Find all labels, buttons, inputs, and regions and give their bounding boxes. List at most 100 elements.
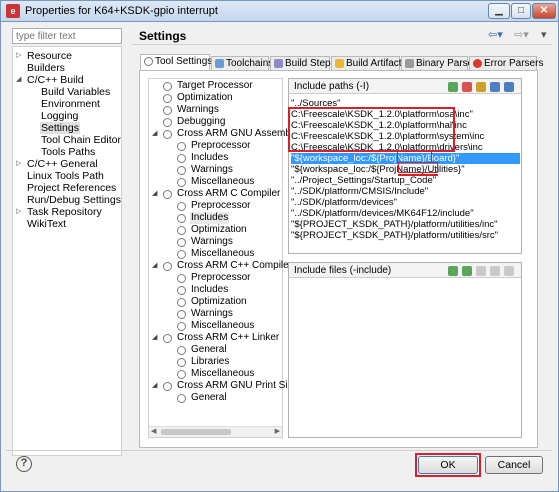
- maximize-button[interactable]: □: [511, 3, 531, 19]
- tree-item-warnings[interactable]: Warnings: [191, 164, 233, 176]
- tree-item-libraries[interactable]: Libraries: [191, 356, 229, 368]
- nav-item-tools-paths[interactable]: Tools Paths: [41, 146, 95, 158]
- tab-build-steps[interactable]: Build Steps: [270, 56, 336, 70]
- collapse-arrow-icon[interactable]: ◢: [152, 332, 157, 344]
- tree-item-miscellaneous[interactable]: Miscellaneous: [191, 248, 254, 260]
- include-path-item[interactable]: "${workspace_loc:/${ProjName}/Utilities}…: [291, 164, 465, 175]
- collapse-arrow-icon[interactable]: ◢: [152, 260, 157, 272]
- toolchain-icon: [215, 59, 224, 68]
- scroll-right-icon[interactable]: ▶: [275, 427, 280, 435]
- expand-arrow-icon[interactable]: ▷: [16, 50, 21, 62]
- scrollbar-thumb[interactable]: [161, 429, 231, 435]
- include-path-item[interactable]: "../SDK/platform/devices/MK64F12/include…: [291, 208, 474, 219]
- tree-item-optimization[interactable]: Optimization: [191, 296, 247, 308]
- edit-icon[interactable]: [490, 266, 500, 276]
- tree-item-cpp-linker[interactable]: Cross ARM C++ Linker: [177, 332, 279, 344]
- include-path-item[interactable]: "${PROJECT_KSDK_PATH}/platform/utilities…: [291, 219, 498, 230]
- tree-item-miscellaneous[interactable]: Miscellaneous: [191, 320, 254, 332]
- nav-item-resource[interactable]: Resource: [27, 50, 72, 62]
- tree-item-includes[interactable]: Includes: [191, 284, 228, 296]
- nav-item-logging[interactable]: Logging: [41, 110, 78, 122]
- back-arrow-icon[interactable]: ⇦▾: [488, 28, 503, 41]
- tree-item-preprocessor[interactable]: Preprocessor: [191, 200, 250, 212]
- nav-item-settings[interactable]: Settings: [40, 122, 80, 134]
- add-icon[interactable]: [448, 266, 458, 276]
- gear-icon: [177, 154, 186, 163]
- window-title: Properties for K64+KSDK-gpio interrupt: [25, 5, 218, 17]
- nav-item-builders[interactable]: Builders: [27, 62, 65, 74]
- collapse-arrow-icon[interactable]: ◢: [16, 74, 21, 86]
- tree-item-miscellaneous[interactable]: Miscellaneous: [191, 176, 254, 188]
- nav-item-run-debug-settings[interactable]: Run/Debug Settings: [27, 194, 121, 206]
- tree-item-cpp-compiler[interactable]: Cross ARM C++ Compiler: [177, 260, 292, 272]
- tree-item-preprocessor[interactable]: Preprocessor: [191, 272, 250, 284]
- collapse-arrow-icon[interactable]: ◢: [152, 128, 157, 140]
- tree-item-print-size[interactable]: Cross ARM GNU Print Size: [177, 380, 298, 392]
- filter-input[interactable]: [12, 28, 122, 44]
- expand-arrow-icon[interactable]: ▷: [16, 158, 21, 170]
- tree-item-warnings[interactable]: Warnings: [191, 308, 233, 320]
- nav-item-cpp-general[interactable]: C/C++ General: [27, 158, 98, 170]
- forward-arrow-icon[interactable]: ⇨▾: [514, 28, 529, 41]
- include-path-item[interactable]: "${PROJECT_KSDK_PATH}/platform/utilities…: [291, 230, 498, 241]
- tree-item-optimization[interactable]: Optimization: [191, 224, 247, 236]
- add-workspace-icon[interactable]: [462, 266, 472, 276]
- build-steps-icon: [274, 59, 283, 68]
- help-icon[interactable]: ?: [16, 456, 32, 472]
- gear-icon: [177, 346, 186, 355]
- delete-icon[interactable]: [462, 82, 472, 92]
- include-path-item[interactable]: "../Project_Settings/Startup_Code": [291, 175, 436, 186]
- header-divider: [132, 44, 552, 45]
- nav-item-cpp-build[interactable]: C/C++ Build: [27, 74, 84, 86]
- tree-item-includes-selected[interactable]: Includes: [190, 212, 230, 224]
- tree-item-debugging[interactable]: Debugging: [177, 116, 225, 128]
- tree-item-preprocessor[interactable]: Preprocessor: [191, 140, 250, 152]
- gear-icon: [177, 142, 186, 151]
- tab-build-artifact[interactable]: Build Artifact: [331, 56, 402, 70]
- include-path-item[interactable]: "../SDK/platform/devices": [291, 197, 397, 208]
- nav-item-tool-chain-editor[interactable]: Tool Chain Editor: [41, 134, 121, 146]
- cancel-button[interactable]: Cancel: [485, 456, 543, 474]
- nav-item-environment[interactable]: Environment: [41, 98, 100, 110]
- footer-divider: [6, 450, 552, 451]
- include-path-item[interactable]: "../SDK/platform/CMSIS/Include": [291, 186, 428, 197]
- tab-tool-settings[interactable]: Tool Settings: [140, 54, 212, 70]
- tree-item-optimization[interactable]: Optimization: [177, 92, 233, 104]
- horizontal-scrollbar[interactable]: ◀ ▶: [149, 426, 282, 437]
- minimize-button[interactable]: ▁: [488, 3, 510, 19]
- nav-item-project-references[interactable]: Project References: [27, 182, 116, 194]
- tab-error-parsers[interactable]: Error Parsers: [469, 56, 543, 70]
- gear-icon: [177, 322, 186, 331]
- expand-arrow-icon[interactable]: ▷: [16, 206, 21, 218]
- move-down-icon[interactable]: [504, 82, 514, 92]
- delete-icon[interactable]: [476, 266, 486, 276]
- tree-item-target-processor[interactable]: Target Processor: [177, 80, 253, 92]
- tree-item-c-compiler[interactable]: Cross ARM C Compiler: [177, 188, 280, 200]
- nav-item-linux-tools-path[interactable]: Linux Tools Path: [27, 170, 104, 182]
- nav-item-task-repository[interactable]: Task Repository: [27, 206, 102, 218]
- scroll-left-icon[interactable]: ◀: [151, 427, 156, 435]
- nav-item-wikitext[interactable]: WikiText: [27, 218, 66, 230]
- add-icon[interactable]: [448, 82, 458, 92]
- tree-item-warnings[interactable]: Warnings: [191, 236, 233, 248]
- gear-icon: [177, 298, 186, 307]
- tree-item-warnings[interactable]: Warnings: [177, 104, 219, 116]
- move-up-icon[interactable]: [504, 266, 514, 276]
- tree-item-assembler[interactable]: Cross ARM GNU Assembler: [177, 128, 302, 140]
- move-up-icon[interactable]: [490, 82, 500, 92]
- close-button[interactable]: ✕: [532, 3, 556, 19]
- tab-binary-parsers[interactable]: Binary Parsers: [401, 56, 482, 70]
- tree-item-general[interactable]: General: [191, 344, 227, 356]
- include-files-panel: [288, 262, 522, 438]
- gear-icon: [163, 118, 172, 127]
- collapse-arrow-icon[interactable]: ◢: [152, 188, 157, 200]
- tree-item-includes[interactable]: Includes: [191, 152, 228, 164]
- nav-item-build-variables[interactable]: Build Variables: [41, 86, 110, 98]
- tree-item-miscellaneous[interactable]: Miscellaneous: [191, 368, 254, 380]
- tree-item-general[interactable]: General: [191, 392, 227, 404]
- view-menu-icon[interactable]: ▾: [541, 28, 547, 41]
- tool-settings-tree: Target Processor Optimization Warnings D…: [148, 78, 302, 438]
- tab-toolchains[interactable]: Toolchains: [211, 56, 273, 70]
- collapse-arrow-icon[interactable]: ◢: [152, 380, 157, 392]
- edit-icon[interactable]: [476, 82, 486, 92]
